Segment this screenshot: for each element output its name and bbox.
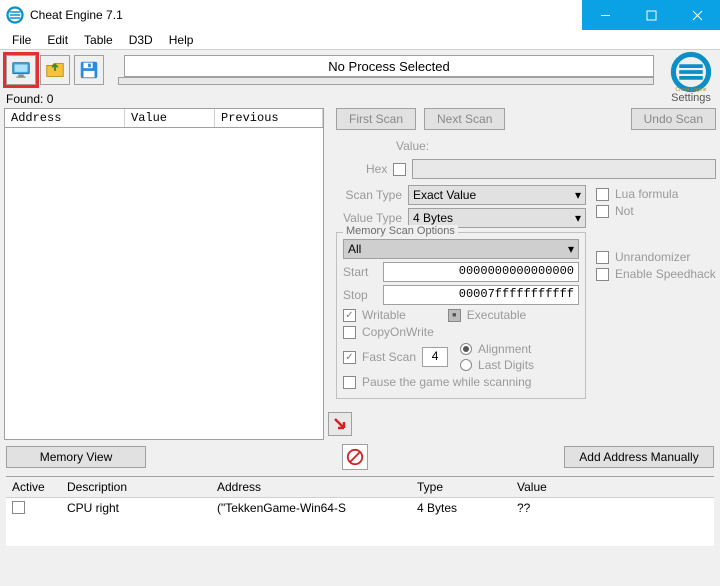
progress-bar [118,77,654,85]
not-checkbox[interactable] [596,205,609,218]
alignment-radio[interactable] [460,343,472,355]
value-input[interactable] [412,159,716,179]
col-previous[interactable]: Previous [215,109,323,127]
start-label: Start [343,265,377,279]
save-button[interactable] [74,55,104,85]
col-active[interactable]: Active [6,477,61,497]
table-row[interactable]: CPU right ("TekkenGame-Win64-S 4 Bytes ?… [6,498,714,520]
app-icon [6,6,24,24]
titlebar: Cheat Engine 7.1 [0,0,720,30]
first-scan-button[interactable]: First Scan [336,108,416,130]
row-active-checkbox[interactable] [12,501,25,514]
col-value[interactable]: Value [125,109,215,127]
fast-scan-input[interactable]: 4 [422,347,448,367]
toolbar: No Process Selected [0,50,666,90]
next-scan-button[interactable]: Next Scan [424,108,505,130]
fast-scan-checkbox[interactable] [343,351,356,364]
col-desc[interactable]: Description [61,477,211,497]
stop-input[interactable]: 00007fffffffffff [383,285,579,305]
menu-table[interactable]: Table [76,32,121,48]
process-bar[interactable]: No Process Selected [124,55,654,77]
last-digits-radio[interactable] [460,359,472,371]
menu-file[interactable]: File [4,32,39,48]
window-title: Cheat Engine 7.1 [30,8,123,22]
lua-formula-checkbox[interactable] [596,188,609,201]
hex-label: Hex [366,162,387,176]
chevron-down-icon: ▾ [568,242,574,256]
scan-panel: First Scan Next Scan Undo Scan Value: He… [326,108,716,440]
writable-checkbox[interactable] [343,309,356,322]
scan-type-label: Scan Type [336,188,402,202]
results-header: Address Value Previous [4,108,324,128]
add-address-button[interactable]: Add Address Manually [564,446,714,468]
menu-edit[interactable]: Edit [39,32,76,48]
results-list: Address Value Previous [4,108,324,440]
memory-scan-options: Memory Scan Options All ▾ Start 00000000… [336,232,586,399]
copyonwrite-checkbox[interactable] [343,326,356,339]
menu-help[interactable]: Help [161,32,202,48]
mem-region-select[interactable]: All ▾ [343,239,579,259]
open-folder-button[interactable] [40,55,70,85]
unrandomizer-checkbox[interactable] [596,251,609,264]
process-label: No Process Selected [328,59,449,74]
cheat-table: Active Description Address Type Value CP… [6,476,714,546]
col-addr[interactable]: Address [211,477,411,497]
disable-all-button[interactable] [342,444,368,470]
chevron-down-icon: ▾ [575,211,581,225]
pause-checkbox[interactable] [343,376,356,389]
speedhack-checkbox[interactable] [596,268,609,281]
maximize-button[interactable] [628,0,674,30]
add-to-table-button[interactable] [328,412,352,436]
stop-label: Stop [343,288,377,302]
col-address[interactable]: Address [5,109,125,127]
memory-view-button[interactable]: Memory View [6,446,146,468]
results-body[interactable] [4,128,324,440]
undo-scan-button[interactable]: Undo Scan [631,108,716,130]
col-value[interactable]: Value [511,477,714,497]
close-button[interactable] [674,0,720,30]
settings-button[interactable]: Cheat Engine Settings [666,50,716,104]
menu-d3d[interactable]: D3D [121,32,161,48]
minimize-button[interactable] [582,0,628,30]
menubar: File Edit Table D3D Help [0,30,720,50]
scan-type-select[interactable]: Exact Value ▾ [408,185,586,205]
chevron-down-icon: ▾ [575,188,581,202]
value-type-label: Value Type [336,211,402,225]
start-input[interactable]: 0000000000000000 [383,262,579,282]
executable-checkbox[interactable] [448,309,461,322]
mid-bar: Memory View Add Address Manually [0,440,720,474]
value-label: Value: [396,139,429,153]
select-process-button[interactable] [6,55,36,85]
found-label: Found: 0 [0,90,666,108]
hex-checkbox[interactable] [393,163,406,176]
col-type[interactable]: Type [411,477,511,497]
